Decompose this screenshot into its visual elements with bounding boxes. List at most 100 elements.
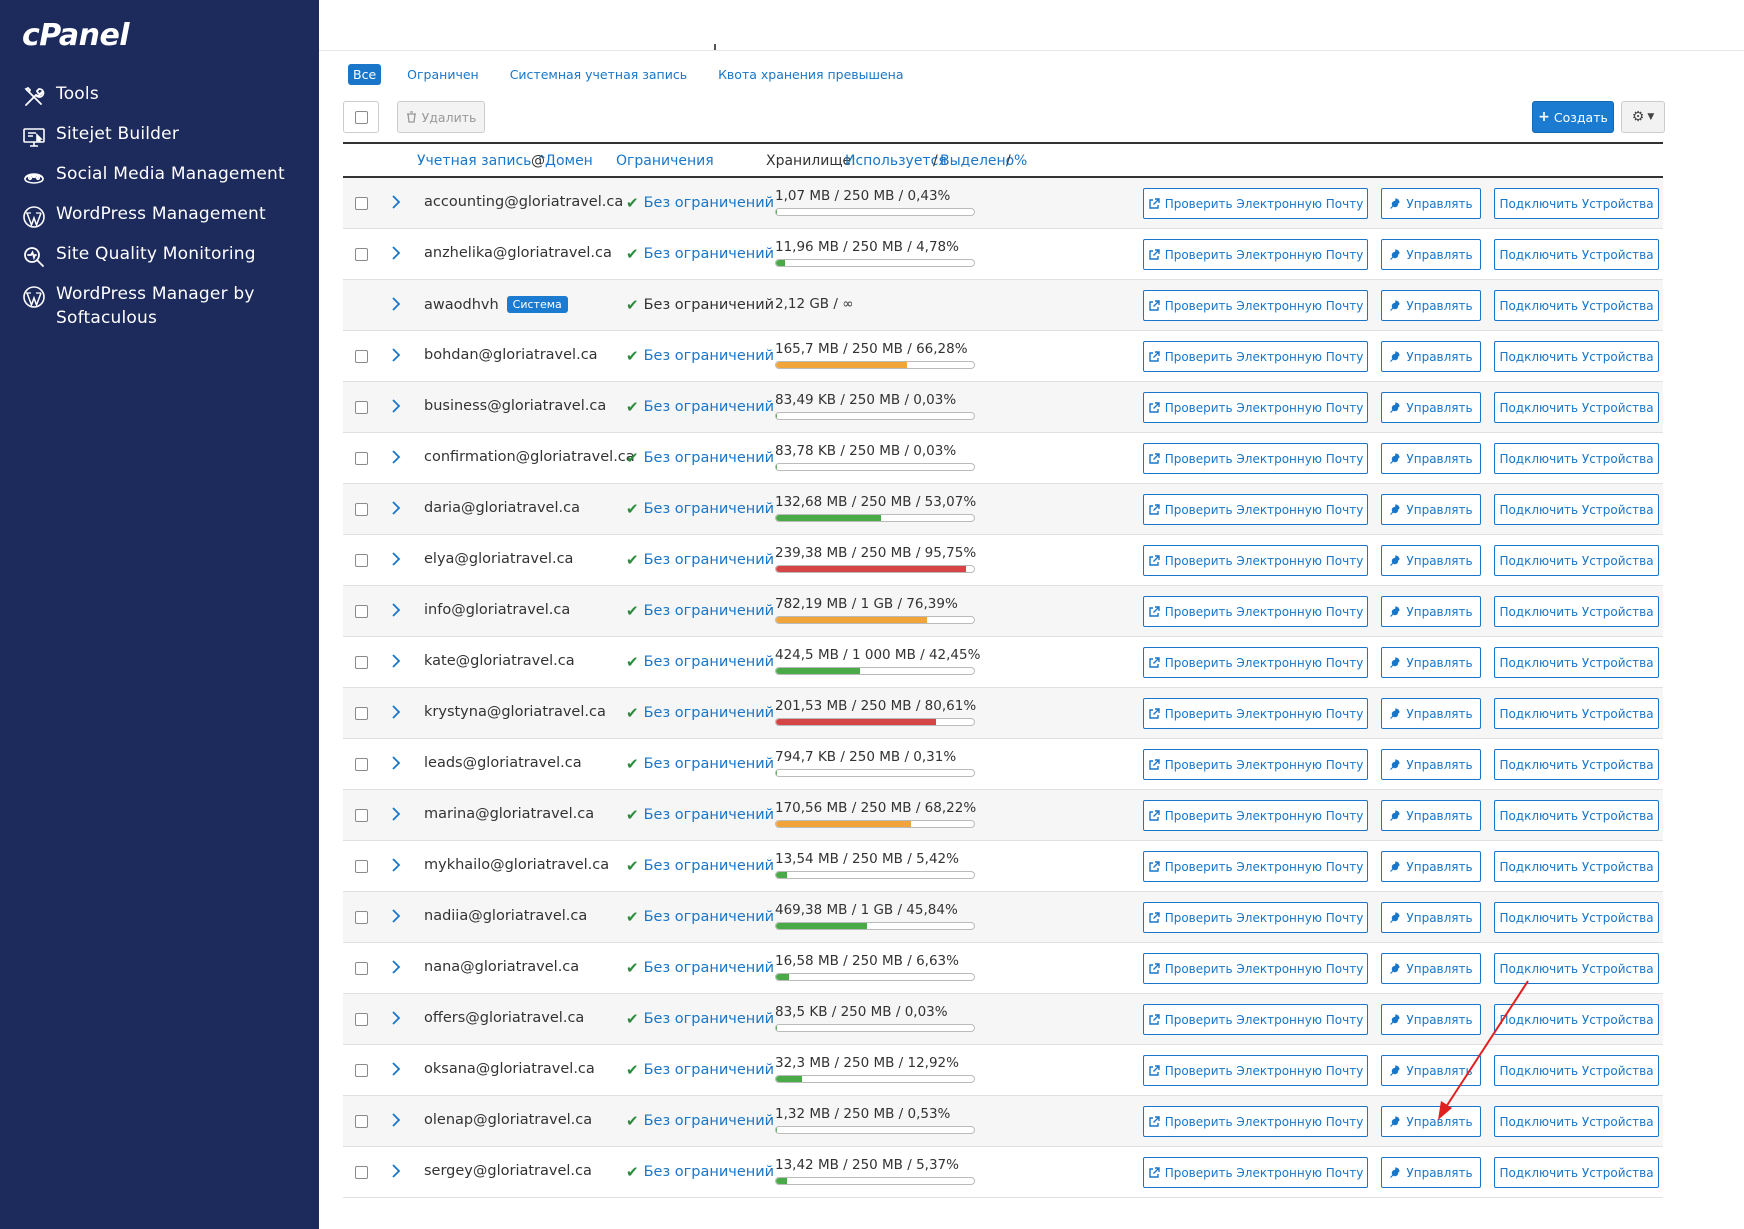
check-email-button[interactable]: Проверить Электронную Почту bbox=[1143, 953, 1368, 984]
manage-button[interactable]: Управлять bbox=[1381, 443, 1481, 474]
manage-button[interactable]: Управлять bbox=[1381, 698, 1481, 729]
row-checkbox[interactable] bbox=[355, 248, 368, 261]
expand-chevron-icon[interactable] bbox=[391, 1061, 401, 1081]
sort-used-header[interactable]: Используется bbox=[845, 153, 947, 169]
manage-button[interactable]: Управлять bbox=[1381, 1106, 1481, 1137]
expand-chevron-icon[interactable] bbox=[391, 449, 401, 469]
restriction-link[interactable]: Без ограничений bbox=[644, 1062, 775, 1078]
create-button[interactable]: + Создать bbox=[1532, 101, 1614, 133]
manage-button[interactable]: Управлять bbox=[1381, 341, 1481, 372]
restriction-link[interactable]: Без ограничений bbox=[644, 399, 775, 415]
sidebar-item-social-media[interactable]: Social Media Management bbox=[0, 162, 319, 202]
settings-dropdown-button[interactable]: ⚙ ▼ bbox=[1621, 101, 1665, 133]
row-checkbox[interactable] bbox=[355, 860, 368, 873]
check-email-button[interactable]: Проверить Электронную Почту bbox=[1143, 1055, 1368, 1086]
row-checkbox[interactable] bbox=[355, 452, 368, 465]
row-checkbox[interactable] bbox=[355, 1115, 368, 1128]
connect-devices-button[interactable]: Подключить Устройства bbox=[1494, 902, 1659, 933]
connect-devices-button[interactable]: Подключить Устройства bbox=[1494, 239, 1659, 270]
sort-restrictions-header[interactable]: Ограничения bbox=[616, 153, 714, 169]
expand-chevron-icon[interactable] bbox=[391, 1112, 401, 1132]
connect-devices-button[interactable]: Подключить Устройства bbox=[1494, 1004, 1659, 1035]
check-email-button[interactable]: Проверить Электронную Почту bbox=[1143, 341, 1368, 372]
check-email-button[interactable]: Проверить Электронную Почту bbox=[1143, 698, 1368, 729]
expand-chevron-icon[interactable] bbox=[391, 1010, 401, 1030]
connect-devices-button[interactable]: Подключить Устройства bbox=[1494, 1157, 1659, 1188]
sort-allocated-header[interactable]: Выделено bbox=[940, 153, 1014, 169]
manage-button[interactable]: Управлять bbox=[1381, 545, 1481, 576]
restriction-link[interactable]: Без ограничений bbox=[644, 552, 775, 568]
expand-chevron-icon[interactable] bbox=[391, 194, 401, 214]
check-email-button[interactable]: Проверить Электронную Почту bbox=[1143, 443, 1368, 474]
row-checkbox[interactable] bbox=[355, 962, 368, 975]
connect-devices-button[interactable]: Подключить Устройства bbox=[1494, 800, 1659, 831]
check-email-button[interactable]: Проверить Электронную Почту bbox=[1143, 239, 1368, 270]
filter-quota-exceeded[interactable]: Квота хранения превышена bbox=[713, 64, 908, 85]
check-email-button[interactable]: Проверить Электронную Почту bbox=[1143, 494, 1368, 525]
manage-button[interactable]: Управлять bbox=[1381, 1055, 1481, 1086]
restriction-link[interactable]: Без ограничений bbox=[644, 960, 775, 976]
check-email-button[interactable]: Проверить Электронную Почту bbox=[1143, 188, 1368, 219]
connect-devices-button[interactable]: Подключить Устройства bbox=[1494, 443, 1659, 474]
row-checkbox[interactable] bbox=[355, 554, 368, 567]
sort-domain-header[interactable]: Домен bbox=[545, 153, 593, 169]
restriction-link[interactable]: Без ограничений bbox=[644, 603, 775, 619]
manage-button[interactable]: Управлять bbox=[1381, 596, 1481, 627]
expand-chevron-icon[interactable] bbox=[391, 500, 401, 520]
manage-button[interactable]: Управлять bbox=[1381, 290, 1481, 321]
manage-button[interactable]: Управлять bbox=[1381, 1157, 1481, 1188]
sidebar-item-tools[interactable]: Tools bbox=[0, 82, 319, 122]
sidebar-item-site-quality[interactable]: Site Quality Monitoring bbox=[0, 242, 319, 282]
row-checkbox[interactable] bbox=[355, 656, 368, 669]
connect-devices-button[interactable]: Подключить Устройства bbox=[1494, 1055, 1659, 1086]
connect-devices-button[interactable]: Подключить Устройства bbox=[1494, 188, 1659, 219]
row-checkbox[interactable] bbox=[355, 401, 368, 414]
connect-devices-button[interactable]: Подключить Устройства bbox=[1494, 1106, 1659, 1137]
connect-devices-button[interactable]: Подключить Устройства bbox=[1494, 851, 1659, 882]
manage-button[interactable]: Управлять bbox=[1381, 647, 1481, 678]
expand-chevron-icon[interactable] bbox=[391, 653, 401, 673]
filter-all[interactable]: Все bbox=[348, 64, 382, 85]
connect-devices-button[interactable]: Подключить Устройства bbox=[1494, 341, 1659, 372]
connect-devices-button[interactable]: Подключить Устройства bbox=[1494, 545, 1659, 576]
check-email-button[interactable]: Проверить Электронную Почту bbox=[1143, 800, 1368, 831]
row-checkbox[interactable] bbox=[355, 1166, 368, 1179]
row-checkbox[interactable] bbox=[355, 1013, 368, 1026]
restriction-link[interactable]: Без ограничений bbox=[644, 195, 775, 211]
sidebar-item-wordpress-management[interactable]: WordPress Management bbox=[0, 202, 319, 242]
expand-chevron-icon[interactable] bbox=[391, 908, 401, 928]
expand-chevron-icon[interactable] bbox=[391, 347, 401, 367]
checkbox[interactable] bbox=[354, 110, 368, 124]
check-email-button[interactable]: Проверить Электронную Почту bbox=[1143, 1004, 1368, 1035]
connect-devices-button[interactable]: Подключить Устройства bbox=[1494, 698, 1659, 729]
expand-chevron-icon[interactable] bbox=[391, 398, 401, 418]
restriction-link[interactable]: Без ограничений bbox=[644, 348, 775, 364]
sort-account-header[interactable]: Учетная запись ⌃ bbox=[417, 153, 548, 169]
expand-chevron-icon[interactable] bbox=[391, 755, 401, 775]
restriction-link[interactable]: Без ограничений bbox=[644, 909, 775, 925]
row-checkbox[interactable] bbox=[355, 707, 368, 720]
restriction-link[interactable]: Без ограничений bbox=[644, 450, 775, 466]
manage-button[interactable]: Управлять bbox=[1381, 902, 1481, 933]
restriction-link[interactable]: Без ограничений bbox=[644, 246, 775, 262]
check-email-button[interactable]: Проверить Электронную Почту bbox=[1143, 545, 1368, 576]
restriction-link[interactable]: Без ограничений bbox=[644, 1011, 775, 1027]
restriction-link[interactable]: Без ограничений bbox=[644, 1164, 775, 1180]
manage-button[interactable]: Управлять bbox=[1381, 953, 1481, 984]
sidebar-item-sitejet[interactable]: Sitejet Builder bbox=[0, 122, 319, 162]
row-checkbox[interactable] bbox=[355, 197, 368, 210]
connect-devices-button[interactable]: Подключить Устройства bbox=[1494, 596, 1659, 627]
expand-chevron-icon[interactable] bbox=[391, 857, 401, 877]
expand-chevron-icon[interactable] bbox=[391, 1163, 401, 1183]
manage-button[interactable]: Управлять bbox=[1381, 851, 1481, 882]
check-email-button[interactable]: Проверить Электронную Почту bbox=[1143, 851, 1368, 882]
filter-restricted[interactable]: Ограничен bbox=[402, 64, 484, 85]
expand-chevron-icon[interactable] bbox=[391, 551, 401, 571]
row-checkbox[interactable] bbox=[355, 1064, 368, 1077]
manage-button[interactable]: Управлять bbox=[1381, 239, 1481, 270]
row-checkbox[interactable] bbox=[355, 758, 368, 771]
manage-button[interactable]: Управлять bbox=[1381, 800, 1481, 831]
restriction-link[interactable]: Без ограничений bbox=[644, 756, 775, 772]
row-checkbox[interactable] bbox=[355, 605, 368, 618]
restriction-link[interactable]: Без ограничений bbox=[644, 858, 775, 874]
